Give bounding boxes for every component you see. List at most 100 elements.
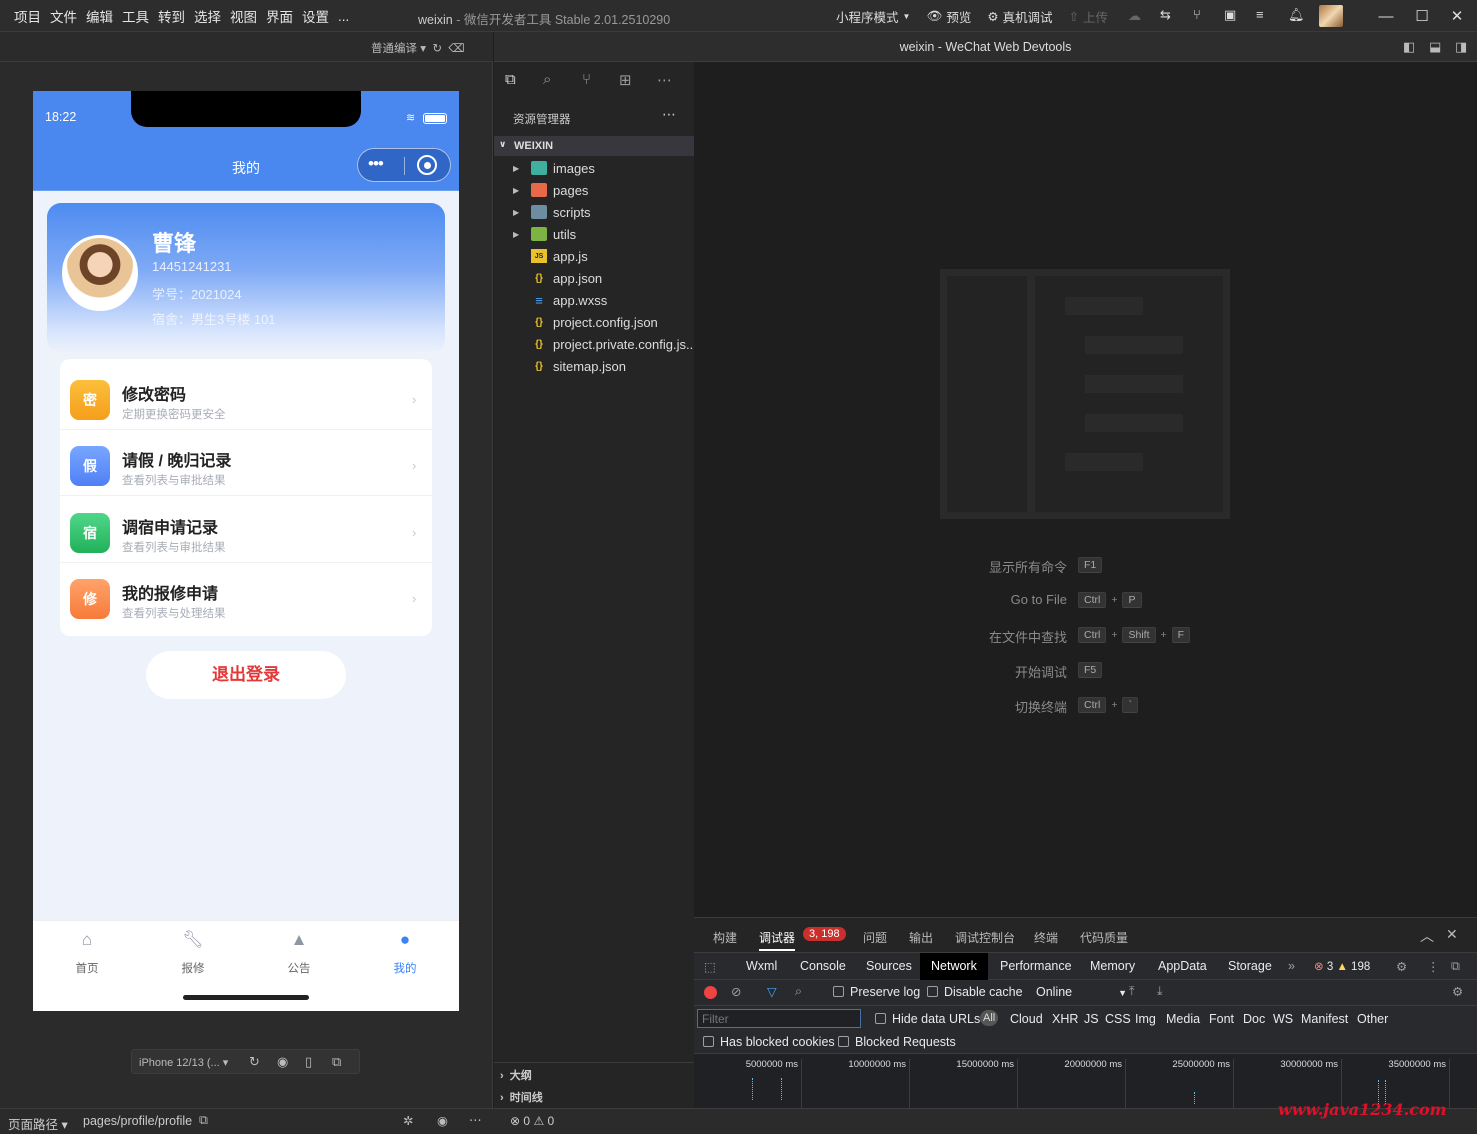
bell-icon[interactable]: 🔔︎ <box>1288 7 1305 23</box>
tab-repair[interactable]: 🔧︎ 报修 <box>163 930 223 976</box>
type-filter-other[interactable]: Other <box>1357 1012 1388 1026</box>
layout-icon[interactable]: ▣ <box>1224 7 1236 23</box>
tree-file-project-private-config[interactable]: {} project.private.config.js... <box>513 333 697 355</box>
tab-terminal[interactable]: 终端 <box>1034 929 1058 946</box>
type-filter-ws[interactable]: WS <box>1273 1012 1293 1026</box>
hide-data-urls-checkbox[interactable]: Hide data URLs <box>875 1012 980 1026</box>
outline-header[interactable]: › 大纲 <box>500 1067 532 1083</box>
tab-mine[interactable]: ● 我的 <box>375 930 435 976</box>
type-filter-manifest[interactable]: Manifest <box>1301 1012 1348 1026</box>
menu-file[interactable]: 文件 <box>50 6 77 26</box>
error-counter[interactable]: ⊗ 3 ▲ 198 <box>1314 959 1370 973</box>
record-icon[interactable] <box>704 986 717 999</box>
phone-icon[interactable]: ▯ <box>305 1054 312 1070</box>
subtab-storage[interactable]: Storage <box>1228 959 1272 973</box>
blocked-requests-checkbox[interactable]: Blocked Requests <box>838 1035 956 1049</box>
subtab-wxml[interactable]: Wxml <box>746 959 777 973</box>
popout-icon[interactable]: ⧉ <box>332 1054 341 1070</box>
menu-tools[interactable]: 工具 <box>122 6 149 26</box>
mode-select[interactable]: 小程序模式 ▼ <box>836 7 910 26</box>
more-icon[interactable]: ⋯ <box>469 1112 482 1127</box>
type-filter-doc[interactable]: Doc <box>1243 1012 1265 1026</box>
clear-cache-icon[interactable]: ⌫ <box>448 43 464 55</box>
filter-icon[interactable]: ▽ <box>767 984 777 999</box>
subtab-appdata[interactable]: AppData <box>1158 959 1207 973</box>
more-icon[interactable]: ⋯ <box>662 106 676 123</box>
type-filter-font[interactable]: Font <box>1209 1012 1234 1026</box>
more-tabs-icon[interactable]: » <box>1288 959 1295 973</box>
tree-file-sitemap[interactable]: {} sitemap.json <box>513 355 626 377</box>
toggle-secondary-icon[interactable]: ◨ <box>1455 39 1467 55</box>
real-device-debug-button[interactable]: ⚙ 真机调试 <box>987 7 1052 26</box>
type-filter-media[interactable]: Media <box>1166 1012 1200 1026</box>
hamburger-icon[interactable]: ≡ <box>1256 7 1264 22</box>
type-filter-xhr[interactable]: XHR <box>1052 1012 1078 1026</box>
swap-icon[interactable]: ⇆ <box>1160 7 1171 23</box>
tab-debug-console[interactable]: 调试控制台 <box>955 929 1015 946</box>
type-filter-css[interactable]: CSS <box>1105 1012 1131 1026</box>
type-filter-js[interactable]: JS <box>1084 1012 1099 1026</box>
bug-icon[interactable]: ✲ <box>403 1113 413 1128</box>
source-control-icon[interactable]: ⑂ <box>582 71 591 88</box>
upload-button[interactable]: ⇧ 上传 <box>1069 7 1109 26</box>
kebab-icon[interactable]: ⋮ <box>1427 959 1440 974</box>
blocked-cookies-checkbox[interactable]: Has blocked cookies <box>703 1035 835 1049</box>
subtab-sources[interactable]: Sources <box>866 959 912 973</box>
disable-cache-checkbox[interactable]: Disable cache <box>927 985 1023 999</box>
cloud-icon[interactable]: ☁ <box>1128 8 1141 24</box>
tab-code-quality[interactable]: 代码质量 <box>1080 929 1128 946</box>
page-path-select[interactable]: 页面路径 ▾ <box>8 1114 68 1133</box>
filter-input[interactable] <box>697 1009 861 1028</box>
menu-item-leave-records[interactable]: 假 请假 / 晚归记录 查看列表与审批结果 › <box>60 430 432 496</box>
copy-icon[interactable]: ⧉ <box>199 1113 208 1128</box>
menu-item-repair-requests[interactable]: 修 我的报修申请 查看列表与处理结果 › <box>60 563 432 629</box>
problems-counter[interactable]: ⊗ 0 ⚠ 0 <box>510 1114 554 1128</box>
more-dots-icon[interactable]: ••• <box>368 154 384 174</box>
preserve-log-checkbox[interactable]: Preserve log <box>833 985 920 999</box>
subtab-console[interactable]: Console <box>800 959 846 973</box>
close-circle-icon[interactable] <box>417 155 437 175</box>
dock-icon[interactable]: ⧉ <box>1451 959 1460 974</box>
toggle-sidebar-icon[interactable]: ◧ <box>1403 39 1415 55</box>
menu-edit[interactable]: 编辑 <box>86 6 113 26</box>
eye-icon[interactable]: ◉ <box>437 1113 448 1128</box>
tree-file-app-wxss[interactable]: ≡ app.wxss <box>513 289 607 311</box>
close-icon[interactable]: ✕ <box>1447 6 1467 26</box>
tree-folder-utils[interactable]: ▶ utils <box>513 223 576 245</box>
compile-mode-select[interactable]: 普通编译 ▾ ↻ ⌫ <box>371 40 465 56</box>
tab-notice[interactable]: ▲ 公告 <box>269 930 329 976</box>
preview-button[interactable]: 👁 预览 <box>926 7 971 26</box>
branch-icon[interactable]: ⑂ <box>1193 7 1201 22</box>
menu-more[interactable]: ... <box>338 9 349 24</box>
tree-file-app-json[interactable]: {} app.json <box>513 267 602 289</box>
menu-project[interactable]: 项目 <box>14 6 41 26</box>
tab-home[interactable]: ⌂ 首页 <box>57 930 117 976</box>
tab-debugger[interactable]: 调试器 <box>759 929 796 951</box>
extensions-icon[interactable]: ⊞ <box>619 71 632 89</box>
subtab-network[interactable]: Network <box>920 953 988 980</box>
files-icon[interactable]: ⧉ <box>505 71 516 88</box>
menu-select[interactable]: 选择 <box>194 6 221 26</box>
tree-folder-images[interactable]: ▶ images <box>513 157 595 179</box>
device-select[interactable]: iPhone 12/13 (... ▾ <box>139 1056 228 1069</box>
inspect-icon[interactable]: ⬚ <box>704 959 716 974</box>
timeline-header[interactable]: › 时间线 <box>500 1089 543 1105</box>
record-icon[interactable]: ◉ <box>277 1054 288 1070</box>
gear-icon[interactable]: ⚙ <box>1452 984 1463 999</box>
search-icon[interactable]: ⌕ <box>543 71 551 88</box>
menu-view[interactable]: 视图 <box>230 6 257 26</box>
tree-folder-scripts[interactable]: ▶ scripts <box>513 201 591 223</box>
logout-button[interactable]: 退出登录 <box>146 651 346 699</box>
type-filter-img[interactable]: Img <box>1135 1012 1156 1026</box>
clear-icon[interactable]: ⊘ <box>731 984 741 999</box>
refresh-icon[interactable]: ↻ <box>432 43 442 55</box>
tab-output[interactable]: 输出 <box>909 929 933 946</box>
menu-goto[interactable]: 转到 <box>158 6 185 26</box>
rotate-icon[interactable]: ↻ <box>249 1054 260 1070</box>
user-avatar[interactable] <box>1319 5 1343 27</box>
subtab-memory[interactable]: Memory <box>1090 959 1135 973</box>
close-icon[interactable]: ✕ <box>1446 926 1458 943</box>
throttle-select[interactable]: Online ▼ <box>1036 985 1127 999</box>
avatar[interactable] <box>62 235 138 311</box>
import-icon[interactable]: ⤒ <box>1129 984 1135 999</box>
